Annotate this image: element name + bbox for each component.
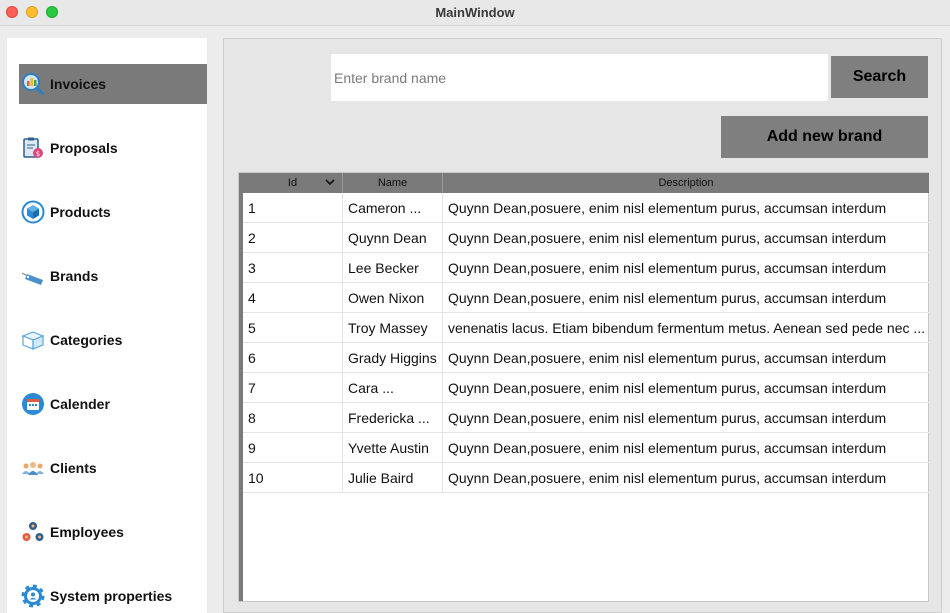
employees-icon	[21, 520, 45, 544]
cell-name: Yvette Austin	[343, 433, 443, 462]
cell-name: Cara ...	[343, 373, 443, 402]
sidebar-item-label: System properties	[50, 588, 173, 604]
table-row[interactable]: 6 Grady Higgins Quynn Dean,posuere, enim n…	[243, 343, 929, 373]
cell-id: 2	[243, 223, 343, 252]
table-row[interactable]: 7 Cara ... Quynn Dean,posuere, enim nisl e…	[243, 373, 929, 403]
cell-id: 10	[243, 463, 343, 492]
sidebar-item-label: Brands	[50, 268, 99, 284]
table-row[interactable]: 3 Lee Becker Quynn Dean,posuere, enim nisl…	[243, 253, 929, 283]
sidebar-item-products[interactable]: Products	[19, 192, 207, 232]
table-body: 1 Cameron ... Quynn Dean,posuere, enim nis…	[243, 193, 929, 493]
sidebar-item-employees[interactable]: Employees	[19, 512, 207, 552]
sidebar-item-label: Employees	[50, 524, 124, 540]
cell-description: Quynn Dean,posuere, enim nisl elementum …	[448, 439, 887, 456]
proposals-icon: $	[21, 136, 45, 160]
cell-id: 5	[243, 313, 343, 342]
cell-name: Julie Baird	[343, 463, 443, 492]
cell-description: Quynn Dean,posuere, enim nisl elementum …	[448, 229, 887, 246]
brand-search-input[interactable]	[331, 54, 828, 101]
brands-icon	[21, 264, 45, 288]
cell-name: Fredericka ...	[343, 403, 443, 432]
title-bar: MainWindow	[0, 0, 950, 26]
chevron-down-icon	[325, 179, 335, 186]
table-row[interactable]: 9 Yvette Austin Quynn Dean,posuere, enim n…	[243, 433, 929, 463]
column-header-name[interactable]: Name	[343, 173, 443, 193]
svg-text:$: $	[36, 150, 40, 158]
cell-description: Quynn Dean,posuere, enim nisl elementum …	[448, 199, 887, 216]
sidebar-item-label: Proposals	[50, 140, 118, 156]
table-row[interactable]: 2 Quynn Dean Quynn Dean,posuere, enim nisl…	[243, 223, 929, 253]
cell-id: 3	[243, 253, 343, 282]
sidebar-item-label: Invoices	[50, 76, 107, 92]
brands-table: Id Name Description 1 Cameron ... Quynn De…	[238, 172, 929, 602]
sidebar-item-label: Clients	[50, 460, 97, 476]
cell-id: 8	[243, 403, 343, 432]
cell-name: Quynn Dean	[343, 223, 443, 252]
sidebar: Invoices $ Proposals Products Brands Cat…	[7, 38, 207, 613]
cell-description: Quynn Dean,posuere, enim nisl elementum …	[448, 349, 887, 366]
sidebar-item-invoices[interactable]: Invoices	[19, 64, 207, 104]
window-title: MainWindow	[435, 5, 515, 20]
sidebar-item-proposals[interactable]: $ Proposals	[19, 128, 207, 168]
table-row[interactable]: 8 Fredericka ... Quynn Dean,posuere, enim …	[243, 403, 929, 433]
cell-name: Grady Higgins	[343, 343, 443, 372]
main-panel: Search Add new brand Id Name Description…	[223, 38, 942, 613]
column-header-description[interactable]: Description	[443, 173, 929, 193]
table-row[interactable]: 4 Owen Nixon Quynn Dean,posuere, enim nisl…	[243, 283, 929, 313]
cell-description: Quynn Dean,posuere, enim nisl elementum …	[448, 409, 887, 426]
settings-icon	[21, 584, 45, 608]
table-header: Id Name Description	[243, 173, 929, 193]
cell-id: 4	[243, 283, 343, 312]
cell-name: Troy Massey	[343, 313, 443, 342]
sidebar-item-calender[interactable]: Calender	[19, 384, 207, 424]
cell-description: Quynn Dean,posuere, enim nisl elementum …	[448, 259, 887, 276]
cell-description: Quynn Dean,posuere, enim nisl elementum …	[448, 379, 887, 396]
add-new-brand-button[interactable]: Add new brand	[721, 116, 928, 158]
sidebar-item-clients[interactable]: Clients	[19, 448, 207, 488]
sidebar-item-label: Products	[50, 204, 111, 220]
sidebar-item-label: Calender	[50, 396, 110, 412]
calendar-icon	[21, 392, 45, 416]
search-button[interactable]: Search	[831, 56, 928, 98]
table-row[interactable]: 1 Cameron ... Quynn Dean,posuere, enim nis…	[243, 193, 929, 223]
cell-description: Quynn Dean,posuere, enim nisl elementum …	[448, 289, 887, 306]
clients-icon	[21, 456, 45, 480]
table-row[interactable]: 10 Julie Baird Quynn Dean,posuere, enim ni…	[243, 463, 929, 493]
table-row[interactable]: 5 Troy Massey venenatis lacus. Etiam biben…	[243, 313, 929, 343]
invoices-icon	[21, 72, 45, 96]
column-header-id[interactable]: Id	[243, 173, 343, 193]
sidebar-item-categories[interactable]: Categories	[19, 320, 207, 360]
sidebar-item-brands[interactable]: Brands	[19, 256, 207, 296]
cell-name: Cameron ...	[343, 193, 443, 222]
cell-name: Owen Nixon	[343, 283, 443, 312]
categories-icon	[21, 328, 45, 352]
cell-id: 6	[243, 343, 343, 372]
cell-id: 9	[243, 433, 343, 462]
sidebar-item-label: Categories	[50, 332, 123, 348]
cell-description: venenatis lacus. Etiam bibendum fermentu…	[448, 319, 926, 336]
sidebar-item-system-properties[interactable]: System properties	[19, 576, 207, 613]
cell-description: Quynn Dean,posuere, enim nisl elementum …	[448, 469, 887, 486]
cell-id: 7	[243, 373, 343, 402]
cell-id: 1	[243, 193, 343, 222]
products-icon	[21, 200, 45, 224]
cell-name: Lee Becker	[343, 253, 443, 282]
